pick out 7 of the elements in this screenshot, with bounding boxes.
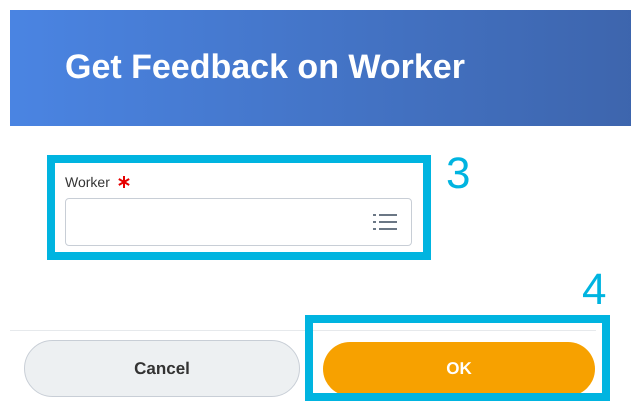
step-number: 4	[582, 266, 606, 314]
worker-input[interactable]	[65, 198, 412, 246]
cancel-button[interactable]: Cancel	[24, 340, 300, 397]
field-label: Worker	[65, 172, 110, 192]
step-number: 3	[446, 150, 470, 198]
list-icon[interactable]	[373, 213, 397, 231]
page-title: Get Feedback on Worker	[65, 47, 465, 87]
